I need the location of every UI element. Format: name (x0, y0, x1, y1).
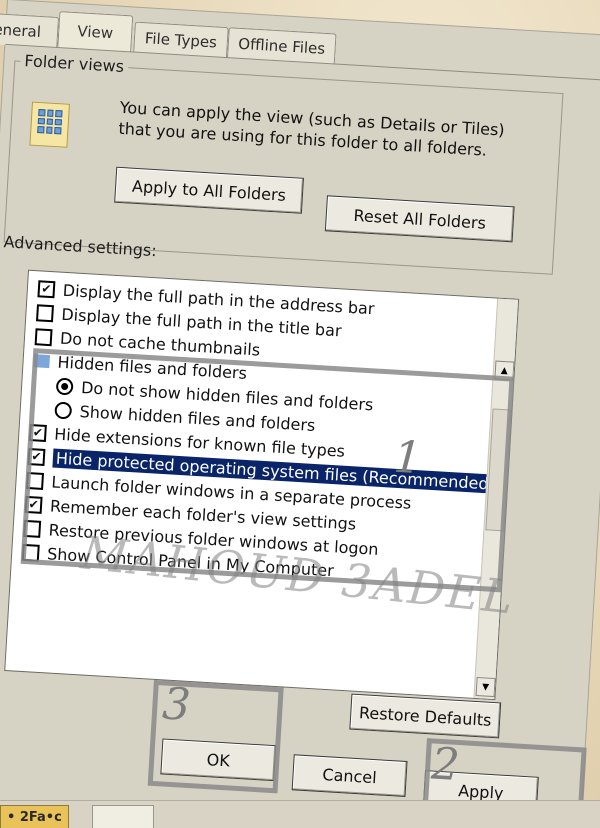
tab-general-label: eneral (0, 20, 42, 41)
taskbar-item[interactable]: • 2Fa•c (0, 805, 69, 828)
checkbox[interactable]: ✔ (37, 279, 56, 298)
taskbar: • 2Fa•c (0, 800, 600, 828)
annotation-number-2: 2 (429, 738, 461, 792)
tab-view[interactable]: View (57, 11, 134, 53)
tab-file-types-label: File Types (144, 29, 218, 52)
scroll-down-icon[interactable]: ▼ (475, 676, 496, 698)
cancel-button[interactable]: Cancel (291, 754, 408, 797)
annotation-number-3: 3 (161, 678, 192, 732)
folder-options-dialog: eneral View File Types Offline Files Fol… (0, 0, 600, 828)
screenshot-stage: eneral View File Types Offline Files Fol… (0, 0, 600, 828)
restore-defaults-button[interactable]: Restore Defaults (349, 693, 502, 739)
checkbox[interactable] (34, 327, 53, 346)
annotation-number-1: 1 (392, 431, 424, 485)
tab-offline-files-label: Offline Files (237, 34, 326, 58)
checkbox[interactable] (36, 303, 55, 322)
tab-general[interactable]: eneral (0, 12, 60, 49)
folder-views-icon (29, 101, 70, 148)
tab-view-label: View (76, 22, 114, 43)
taskbar-item-secondary[interactable] (92, 805, 154, 828)
